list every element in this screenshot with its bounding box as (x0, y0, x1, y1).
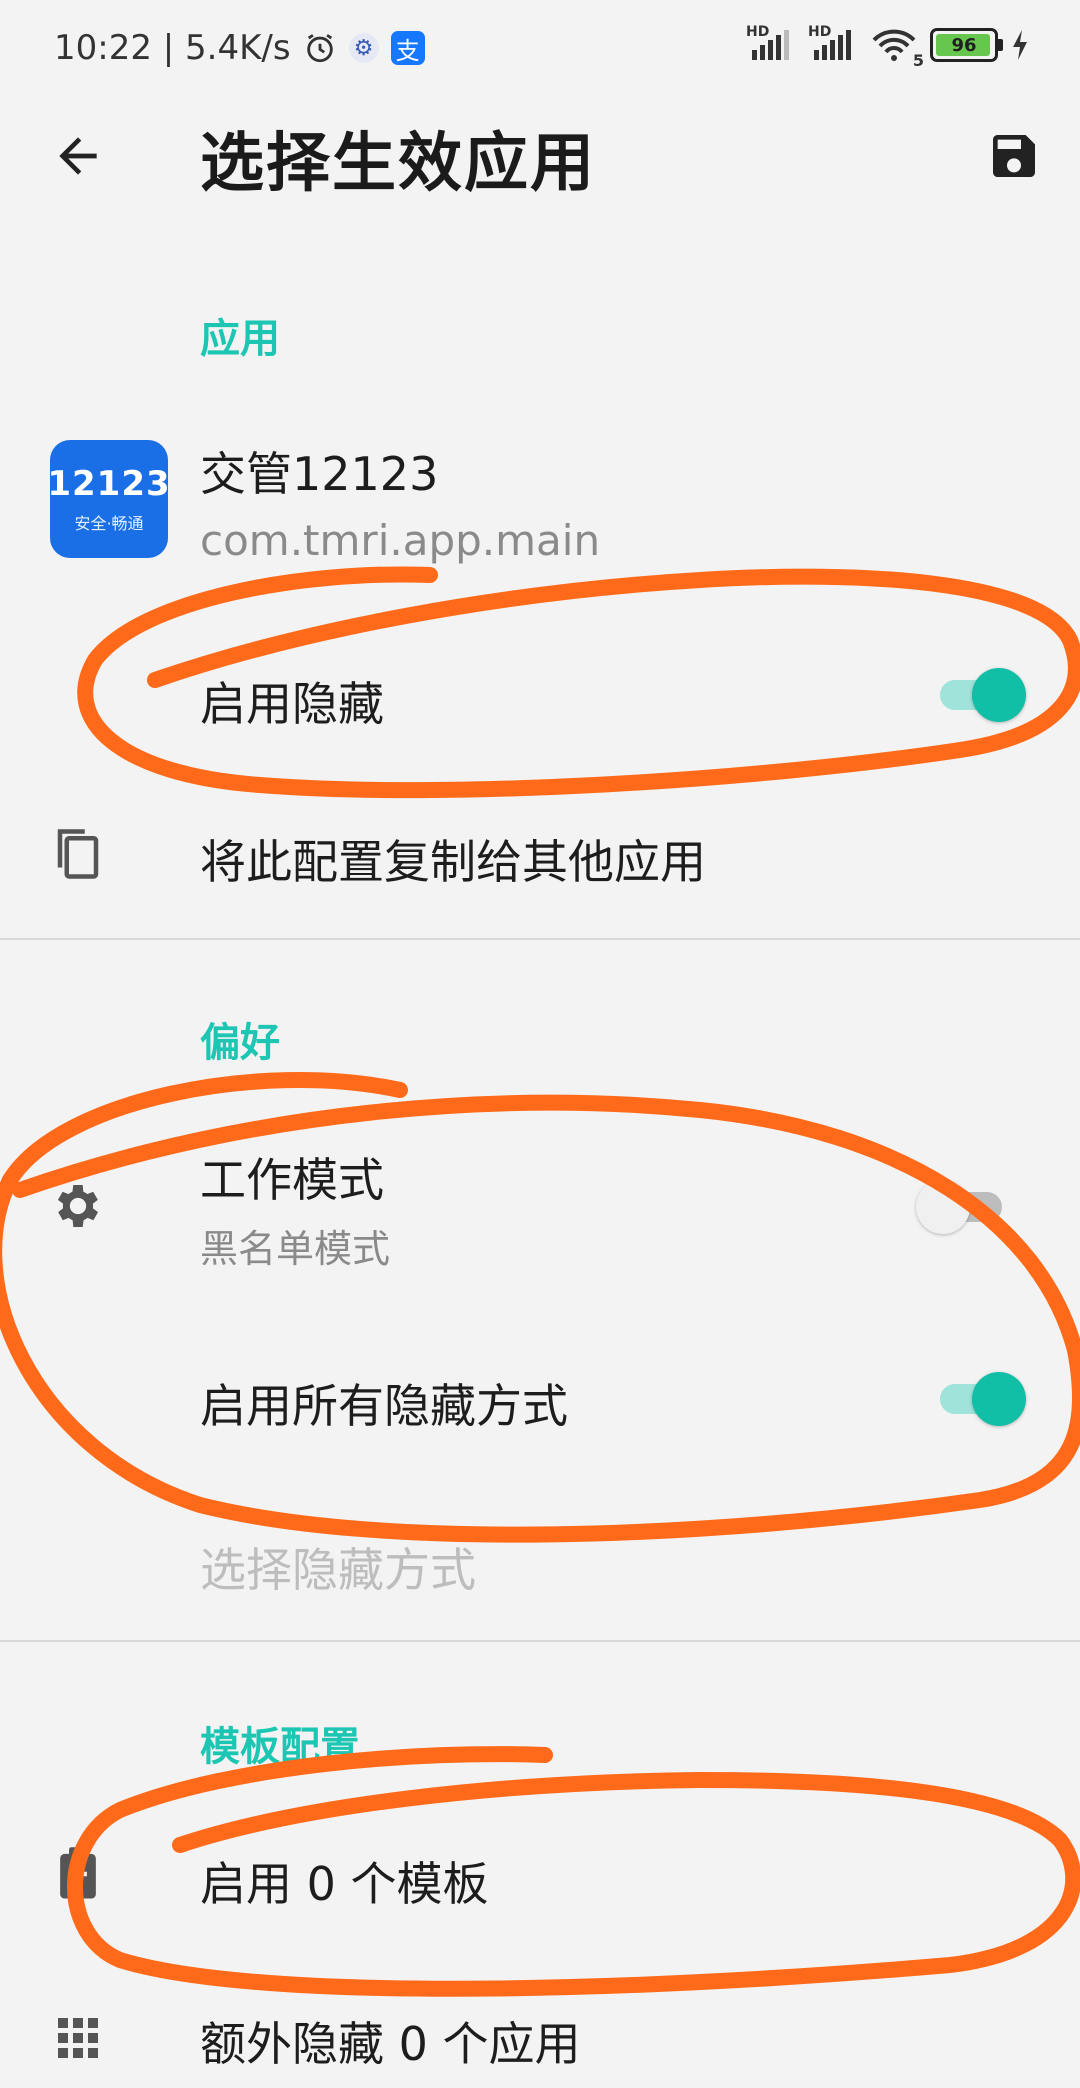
settings-icon: ⚙ (348, 33, 379, 63)
all-methods-switch[interactable] (934, 1370, 1026, 1426)
section-title-preferences: 偏好 (200, 1020, 280, 1066)
section-divider (0, 1640, 1080, 1642)
hd-label-2: HD (808, 24, 832, 40)
copy-config-button[interactable]: 将此配置复制给其他应用 (200, 826, 706, 892)
enable-hide-switch[interactable] (934, 666, 1026, 722)
work-mode-value: 黑名单模式 (200, 1227, 391, 1271)
enabled-templates-button[interactable]: 启用 0 个模板 (200, 1848, 489, 1914)
work-mode-label[interactable]: 工作模式 (200, 1144, 384, 1210)
hd-label-1: HD (746, 24, 770, 40)
signal-icon: HD (808, 24, 858, 62)
app-package: com.tmri.app.main (200, 516, 601, 565)
enable-hide-label[interactable]: 启用隐藏 (200, 668, 384, 734)
status-left: 10:22 | 5.4K/s ⚙ 支 (54, 28, 425, 68)
alipay-icon: 支 (390, 31, 425, 65)
alarm-icon (303, 31, 337, 65)
save-icon (993, 135, 1035, 177)
section-divider (0, 938, 1080, 940)
grid-icon (50, 2010, 106, 2066)
wifi-band-label: 5 (912, 51, 924, 70)
battery-icon: 96 (930, 28, 1003, 62)
save-button[interactable] (986, 128, 1042, 184)
page-title: 选择生效应用 (200, 127, 596, 201)
annotation-stroke (0, 1072, 1080, 1543)
clipboard-icon (50, 1846, 106, 1902)
status-right: HD HD 5 96 (746, 24, 1030, 70)
choose-methods-button[interactable]: 选择隐藏方式 (200, 1534, 476, 1600)
time-speed: 10:22 | 5.4K/s (54, 28, 291, 68)
battery-level: 96 (951, 34, 977, 56)
app-icon-text: 12123 (47, 464, 171, 504)
back-button[interactable] (50, 128, 106, 184)
app-icon: 12123 安全·畅通 (47, 440, 171, 558)
copy-icon (50, 826, 106, 882)
extra-hidden-apps-button[interactable]: 额外隐藏 0 个应用 (200, 2008, 581, 2074)
annotation-overlay (0, 566, 1080, 1997)
app-name: 交管12123 (200, 447, 439, 501)
gear-icon (50, 1178, 106, 1234)
signal-icon: HD (746, 24, 796, 62)
all-methods-label[interactable]: 启用所有隐藏方式 (200, 1370, 568, 1436)
wifi-icon: 5 (870, 28, 924, 70)
section-title-templates: 模板配置 (200, 1724, 360, 1770)
section-title-app: 应用 (200, 316, 280, 362)
back-arrow-icon (59, 137, 97, 175)
app-icon-subtext: 安全·畅通 (74, 514, 144, 533)
work-mode-switch[interactable] (916, 1178, 1008, 1234)
charging-icon (1010, 28, 1030, 62)
